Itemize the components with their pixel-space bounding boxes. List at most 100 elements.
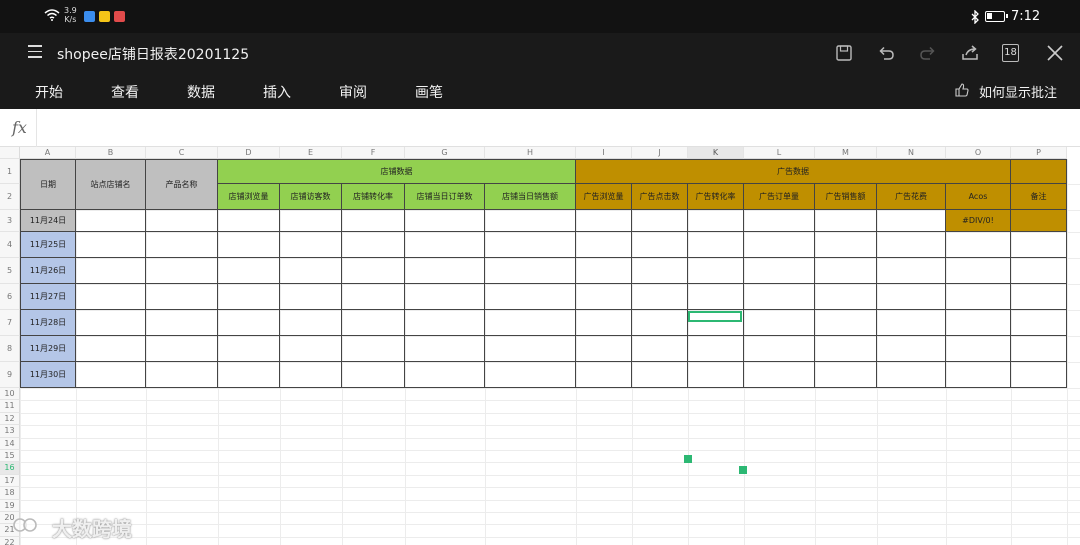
column-header-o[interactable]: O <box>946 147 1011 159</box>
data-cell[interactable] <box>576 284 632 310</box>
date-cell[interactable]: 11月25日 <box>20 232 76 258</box>
data-cell[interactable] <box>146 210 218 232</box>
data-cell[interactable] <box>744 210 815 232</box>
data-cell[interactable] <box>632 258 688 284</box>
data-cell[interactable] <box>280 284 342 310</box>
data-cell[interactable] <box>688 362 744 388</box>
data-cell[interactable] <box>218 232 280 258</box>
data-cell[interactable] <box>576 258 632 284</box>
data-cell[interactable] <box>744 284 815 310</box>
data-cell[interactable] <box>218 310 280 336</box>
header-notes[interactable]: 备注 <box>1011 184 1067 210</box>
cell-selection[interactable] <box>688 311 742 322</box>
header-acos[interactable]: Acos <box>946 184 1011 210</box>
data-cell[interactable] <box>744 336 815 362</box>
data-cell[interactable] <box>815 232 877 258</box>
data-cell[interactable] <box>946 336 1011 362</box>
data-cell[interactable] <box>632 336 688 362</box>
data-cell[interactable] <box>815 362 877 388</box>
data-cell[interactable] <box>485 210 576 232</box>
column-header-e[interactable]: E <box>280 147 342 159</box>
data-cell[interactable] <box>405 232 485 258</box>
data-cell[interactable] <box>280 258 342 284</box>
data-cell[interactable] <box>342 210 405 232</box>
column-header-f[interactable]: F <box>342 147 405 159</box>
notes-cell[interactable] <box>1011 210 1067 232</box>
column-header-c[interactable]: C <box>146 147 218 159</box>
column-header-m[interactable]: M <box>815 147 877 159</box>
data-cell[interactable] <box>688 210 744 232</box>
data-cell[interactable] <box>280 336 342 362</box>
data-cell[interactable] <box>405 210 485 232</box>
column-header-l[interactable]: L <box>744 147 815 159</box>
date-cell[interactable]: 11月28日 <box>20 310 76 336</box>
column-header-d[interactable]: D <box>218 147 280 159</box>
tab-start[interactable]: 开始 <box>35 82 63 102</box>
select-all-corner[interactable] <box>0 147 20 159</box>
redo-icon[interactable] <box>918 43 938 63</box>
data-cell[interactable] <box>815 284 877 310</box>
data-cell[interactable] <box>485 284 576 310</box>
data-cell[interactable] <box>146 258 218 284</box>
data-cell[interactable] <box>76 232 146 258</box>
data-cell[interactable] <box>218 258 280 284</box>
data-cell[interactable] <box>76 336 146 362</box>
header-ad-sales[interactable]: 广告销售额 <box>815 184 877 210</box>
data-cell[interactable] <box>946 258 1011 284</box>
data-cell[interactable] <box>76 210 146 232</box>
data-cell[interactable] <box>576 210 632 232</box>
data-cell[interactable] <box>218 336 280 362</box>
tab-insert[interactable]: 插入 <box>263 82 291 102</box>
column-header-k[interactable]: K <box>688 147 744 159</box>
column-header-b[interactable]: B <box>76 147 146 159</box>
header-store-group[interactable]: 店铺数据 <box>218 159 576 184</box>
data-cell[interactable] <box>946 310 1011 336</box>
data-cell[interactable] <box>1011 284 1067 310</box>
row-header-4[interactable]: 4 <box>0 232 20 258</box>
header-notes-top[interactable] <box>1011 159 1067 184</box>
tabs-icon[interactable]: 18 <box>1002 44 1019 62</box>
thumbs-up-icon[interactable] <box>955 83 969 97</box>
row-header-15[interactable]: 15 <box>0 450 20 463</box>
column-header-i[interactable]: I <box>576 147 632 159</box>
data-cell[interactable] <box>576 310 632 336</box>
row-header-6[interactable]: 6 <box>0 284 20 310</box>
data-cell[interactable] <box>405 258 485 284</box>
data-cell[interactable] <box>744 310 815 336</box>
header-store-visitors[interactable]: 店铺访客数 <box>280 184 342 210</box>
data-cell[interactable] <box>632 210 688 232</box>
data-cell[interactable] <box>877 284 946 310</box>
data-cell[interactable] <box>405 284 485 310</box>
header-product[interactable]: 产品名称 <box>146 159 218 210</box>
acos-cell[interactable]: #DIV/0! <box>946 210 1011 232</box>
data-cell[interactable] <box>576 362 632 388</box>
data-cell[interactable] <box>632 232 688 258</box>
row-header-9[interactable]: 9 <box>0 362 20 388</box>
data-cell[interactable] <box>218 362 280 388</box>
data-cell[interactable] <box>877 258 946 284</box>
data-cell[interactable] <box>218 210 280 232</box>
header-ad-orders[interactable]: 广告订单量 <box>744 184 815 210</box>
row-header-11[interactable]: 11 <box>0 400 20 413</box>
data-cell[interactable] <box>342 336 405 362</box>
row-header-17[interactable]: 17 <box>0 474 20 488</box>
row-header-18[interactable]: 18 <box>0 487 20 500</box>
row-header-13[interactable]: 13 <box>0 425 20 438</box>
data-cell[interactable] <box>76 258 146 284</box>
column-header-j[interactable]: J <box>632 147 688 159</box>
data-cell[interactable] <box>744 258 815 284</box>
data-cell[interactable] <box>744 232 815 258</box>
date-cell[interactable]: 11月29日 <box>20 336 76 362</box>
data-cell[interactable] <box>342 284 405 310</box>
column-header-a[interactable]: A <box>20 147 76 159</box>
fx-icon[interactable]: fx <box>12 118 27 137</box>
data-cell[interactable] <box>877 232 946 258</box>
header-store-conversion[interactable]: 店铺转化率 <box>342 184 405 210</box>
row-header-7[interactable]: 7 <box>0 310 20 336</box>
data-cell[interactable] <box>485 336 576 362</box>
selection-handle-bottom-right[interactable] <box>739 466 747 474</box>
header-ad-group[interactable]: 广告数据 <box>576 159 1011 184</box>
data-cell[interactable] <box>1011 310 1067 336</box>
data-cell[interactable] <box>688 232 744 258</box>
show-comments-help-link[interactable]: 如何显示批注 <box>979 82 1057 101</box>
